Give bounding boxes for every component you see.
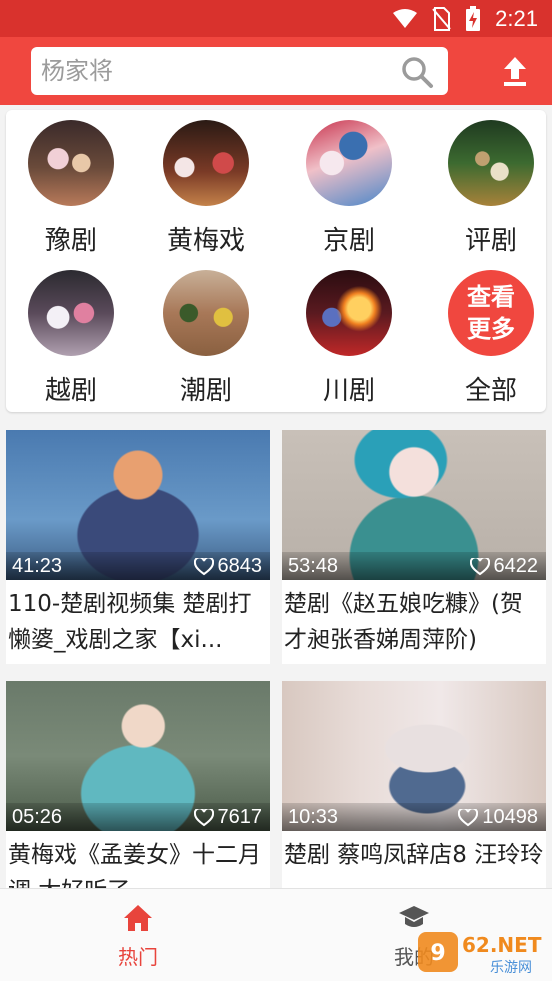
- video-thumbnail[interactable]: 10:33 10498: [282, 681, 546, 831]
- heart-icon: [193, 557, 214, 575]
- category-peking-opera[interactable]: 京剧: [284, 120, 414, 262]
- category-ping-opera[interactable]: 评剧: [426, 120, 552, 262]
- thumbnail-overlay: 10:33 10498: [282, 803, 546, 831]
- thumbnail-overlay: 05:26 7617: [6, 803, 270, 831]
- battery-charging-icon: [466, 6, 481, 31]
- category-thumbnail: [163, 270, 249, 356]
- category-yue-opera[interactable]: 越剧: [6, 270, 136, 412]
- category-label: 越剧: [44, 376, 97, 406]
- video-likes: 6843: [193, 555, 263, 578]
- category-label: 豫剧: [44, 226, 97, 256]
- category-thumbnail: [448, 120, 534, 206]
- wifi-icon: [393, 9, 418, 28]
- toolbar: [0, 37, 552, 105]
- video-thumbnail[interactable]: 41:23 6843: [6, 430, 270, 580]
- video-likes: 6422: [469, 555, 539, 578]
- category-chuan-opera[interactable]: 川剧: [284, 270, 414, 412]
- view-more-text-line2: 更多: [467, 315, 515, 343]
- category-chao-opera[interactable]: 潮剧: [141, 270, 271, 412]
- video-duration: 53:48: [288, 555, 339, 577]
- no-sim-icon: [432, 7, 451, 31]
- heart-icon: [458, 808, 479, 826]
- view-more-text-line1: 查看: [467, 283, 515, 311]
- search-icon[interactable]: [400, 55, 434, 89]
- category-yu-opera[interactable]: 豫剧: [6, 120, 136, 262]
- view-more-button[interactable]: 查看 更多: [448, 270, 534, 356]
- video-likes-count: 6843: [217, 555, 263, 577]
- category-thumbnail: [306, 120, 392, 206]
- category-label: 黄梅戏: [166, 226, 245, 256]
- category-thumbnail: [306, 270, 392, 356]
- video-duration: 05:26: [12, 806, 63, 828]
- nav-tab-hot[interactable]: 热门: [78, 889, 198, 981]
- svg-text:乐游网: 乐游网: [490, 960, 532, 976]
- category-label: 评剧: [464, 226, 517, 256]
- svg-text:9: 9: [430, 941, 445, 966]
- search-input[interactable]: [41, 47, 391, 95]
- heart-icon: [193, 808, 214, 826]
- heart-icon: [469, 557, 490, 575]
- video-card[interactable]: 41:23 6843 110-楚剧视频集 楚剧打懒婆_戏剧之家【xi...: [6, 430, 270, 664]
- video-title[interactable]: 110-楚剧视频集 楚剧打懒婆_戏剧之家【xi...: [8, 586, 268, 658]
- category-all[interactable]: 查看 更多 全部: [426, 270, 552, 412]
- category-huangmei-opera[interactable]: 黄梅戏: [141, 120, 271, 262]
- video-duration: 41:23: [12, 555, 63, 577]
- thumbnail-overlay: 53:48 6422: [282, 552, 546, 580]
- category-thumbnail: [28, 120, 114, 206]
- category-label: 潮剧: [179, 376, 232, 406]
- video-likes: 10498: [458, 806, 538, 829]
- watermark-logo: 9 62.NET 乐游网: [418, 932, 542, 976]
- video-card[interactable]: 53:48 6422 楚剧《赵五娘吃糠》(贺才昶张香娣周萍阶): [282, 430, 546, 664]
- video-likes-count: 10498: [482, 806, 538, 828]
- category-label: 川剧: [322, 376, 375, 406]
- video-duration: 10:33: [288, 806, 339, 828]
- video-thumbnail[interactable]: 05:26 7617: [6, 681, 270, 831]
- video-thumbnail[interactable]: 53:48 6422: [282, 430, 546, 580]
- status-time: 2:21: [495, 6, 538, 31]
- video-likes-count: 7617: [217, 806, 263, 828]
- video-card[interactable]: 10:33 10498 楚剧 蔡鸣凤辞店8 汪玲玲: [282, 681, 546, 915]
- video-title[interactable]: 楚剧《赵五娘吃糠》(贺才昶张香娣周萍阶): [284, 586, 544, 658]
- video-card[interactable]: 05:26 7617 黄梅戏《孟姜女》十二月调 太好听了: [6, 681, 270, 915]
- svg-text:62.NET: 62.NET: [462, 933, 542, 957]
- video-likes: 7617: [193, 806, 263, 829]
- category-thumbnail: [28, 270, 114, 356]
- category-panel: 豫剧 黄梅戏 京剧 评剧 越剧 潮剧 川剧 查看 更多 全部: [6, 110, 546, 412]
- thumbnail-overlay: 41:23 6843: [6, 552, 270, 580]
- video-likes-count: 6422: [493, 555, 539, 577]
- category-thumbnail: [163, 120, 249, 206]
- upload-icon[interactable]: [500, 55, 530, 87]
- status-bar: 2:21: [0, 0, 552, 37]
- status-icons: 2:21: [393, 6, 538, 32]
- category-label: 京剧: [322, 226, 375, 256]
- home-icon: [124, 905, 152, 931]
- search-box[interactable]: [31, 47, 448, 95]
- category-label: 全部: [464, 376, 517, 406]
- nav-label: 热门: [118, 945, 158, 969]
